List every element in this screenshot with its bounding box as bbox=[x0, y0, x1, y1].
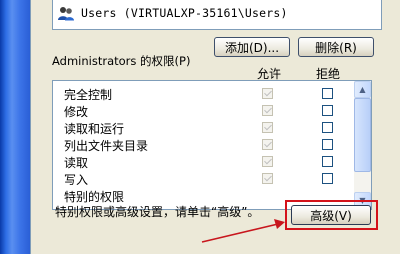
advanced-highlight-box bbox=[285, 200, 378, 230]
allow-checkbox[interactable] bbox=[262, 173, 273, 184]
permission-name: 读取和运行 bbox=[64, 122, 125, 136]
permission-name: 列出文件夹目录 bbox=[64, 139, 149, 153]
remove-button[interactable]: 删除(R) bbox=[298, 37, 374, 57]
permission-row: 读取和运行 bbox=[53, 119, 355, 136]
users-group-icon bbox=[58, 7, 74, 21]
allow-checkbox[interactable] bbox=[262, 88, 273, 99]
user-list-item[interactable]: Users (VIRTUALXP-35161\Users) bbox=[57, 4, 288, 22]
advanced-hint-text: 特别权限或高级设置，请单击“高级”。 bbox=[55, 205, 260, 219]
permissions-list[interactable]: 完全控制 修改 读取和运行 列出文件夹目录 读取 写入 特别的权限 ▲ ▼ bbox=[52, 80, 372, 210]
permission-name: 读取 bbox=[64, 156, 89, 170]
permission-row: 列出文件夹目录 bbox=[53, 136, 355, 153]
user-entry-label: Users (VIRTUALXP-35161\Users) bbox=[81, 6, 288, 20]
window-frame-edge bbox=[0, 0, 30, 254]
group-user-list[interactable]: Users (VIRTUALXP-35161\Users) bbox=[52, 0, 382, 30]
permission-row: 写入 bbox=[53, 170, 355, 187]
permission-row: 读取 bbox=[53, 153, 355, 170]
allow-checkbox[interactable] bbox=[262, 122, 273, 133]
permission-row: 修改 bbox=[53, 102, 355, 119]
deny-checkbox[interactable] bbox=[322, 156, 333, 167]
allow-checkbox[interactable] bbox=[262, 105, 273, 116]
deny-checkbox[interactable] bbox=[322, 105, 333, 116]
permissions-scrollbar[interactable]: ▲ ▼ bbox=[354, 81, 371, 209]
permission-name: 写入 bbox=[64, 173, 89, 187]
deny-checkbox[interactable] bbox=[322, 88, 333, 99]
allow-checkbox[interactable] bbox=[262, 156, 273, 167]
add-button[interactable]: 添加(D)... bbox=[214, 37, 290, 57]
permission-name: 完全控制 bbox=[64, 88, 113, 102]
scroll-up-icon[interactable]: ▲ bbox=[354, 81, 371, 98]
deny-checkbox[interactable] bbox=[322, 173, 333, 184]
permission-row: 完全控制 bbox=[53, 85, 355, 102]
deny-checkbox[interactable] bbox=[322, 122, 333, 133]
scroll-thumb[interactable] bbox=[354, 98, 371, 172]
permissions-dialog: Users (VIRTUALXP-35161\Users) 添加(D)... 删… bbox=[0, 0, 400, 254]
permissions-title: Administrators 的权限(P) bbox=[52, 54, 191, 68]
allow-checkbox[interactable] bbox=[262, 139, 273, 150]
permission-name: 修改 bbox=[64, 105, 89, 119]
deny-checkbox[interactable] bbox=[322, 139, 333, 150]
